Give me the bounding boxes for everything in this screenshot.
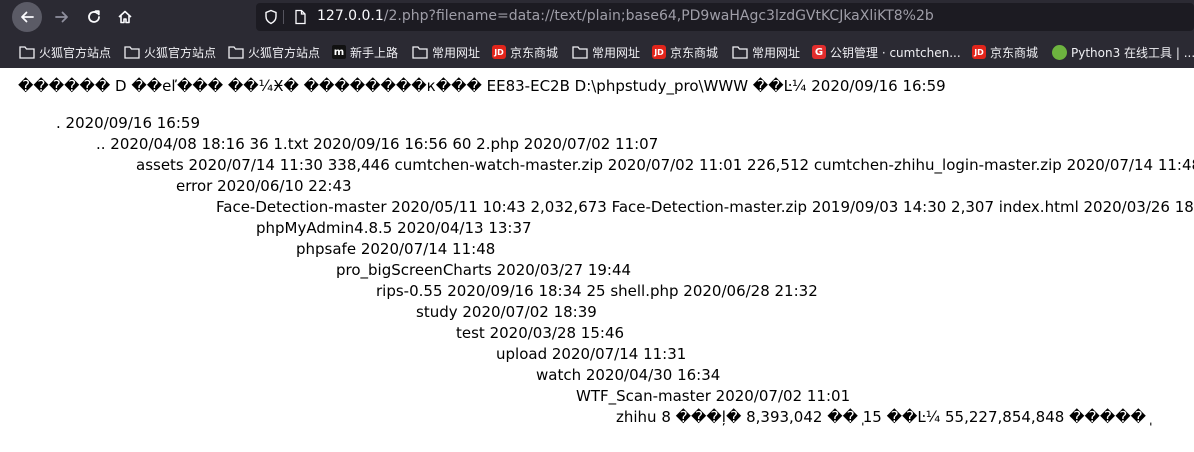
- bookmark-item[interactable]: 火狐官方站点: [124, 42, 216, 62]
- output-line: WTF_Scan-master 2020/07/02 11:01: [576, 387, 851, 405]
- url-host: 127.0.0.1: [317, 8, 384, 24]
- bookmark-item[interactable]: 火狐官方站点: [19, 42, 111, 62]
- output-line: error 2020/06/10 22:43: [176, 177, 352, 195]
- bookmark-item[interactable]: JD 京东商城: [492, 42, 558, 62]
- folder-icon: [732, 45, 748, 59]
- jd-icon: JD: [652, 45, 666, 59]
- bookmark-item[interactable]: 常用网址: [412, 42, 480, 62]
- bookmark-item[interactable]: 常用网址: [572, 42, 640, 62]
- shield-icon[interactable]: [263, 9, 279, 25]
- jd-icon: JD: [492, 45, 506, 59]
- output-line: pro_bigScreenCharts 2020/03/27 19:44: [336, 261, 632, 279]
- arrow-left-icon: [21, 11, 34, 23]
- bookmark-item[interactable]: JD 京东商城: [972, 42, 1038, 62]
- url-text[interactable]: 127.0.0.1/2.php?filename=data://text/pla…: [317, 8, 934, 24]
- g-logo-icon: G: [812, 45, 826, 59]
- bookmark-item[interactable]: Python3 在线工具 | ...: [1052, 42, 1194, 62]
- folder-icon: [19, 45, 35, 59]
- bookmark-item[interactable]: 常用网址: [732, 42, 800, 62]
- output-line: test 2020/03/28 15:46: [456, 324, 625, 342]
- arrow-right-icon: [55, 11, 68, 23]
- page-content: ������ D ��eľ��� ��¼Ӿ� ��������к��� EE83…: [0, 68, 1194, 452]
- m-logo-icon: m: [332, 45, 346, 59]
- folder-icon: [572, 45, 588, 59]
- bookmark-label: 新手上路: [350, 45, 399, 60]
- output-line: .. 2020/04/08 18:16 36 1.txt 2020/09/16 …: [96, 135, 659, 153]
- bookmark-label: 常用网址: [592, 45, 641, 60]
- bookmarks-bar: 火狐官方站点 火狐官方站点 火狐官方站点 m 新手上路 常用网址 JD 京东商城…: [0, 39, 1194, 65]
- folder-icon: [412, 45, 428, 59]
- bookmark-label: 火狐官方站点: [248, 45, 321, 60]
- bookmark-item[interactable]: JD 京东商城: [652, 42, 718, 62]
- output-line: ������ D ��eľ��� ��¼Ӿ� ��������к��� EE83…: [18, 77, 946, 95]
- reload-icon: [88, 10, 100, 23]
- bookmark-label: 常用网址: [752, 45, 801, 60]
- output-line: rips-0.55 2020/09/16 18:34 25 shell.php …: [376, 282, 818, 300]
- navigation-toolbar: 127.0.0.1/2.php?filename=data://text/pla…: [0, 0, 1194, 34]
- folder-icon: [228, 45, 244, 59]
- address-bar[interactable]: 127.0.0.1/2.php?filename=data://text/pla…: [256, 3, 1194, 31]
- home-button[interactable]: [110, 2, 140, 32]
- bookmark-item[interactable]: m 新手上路: [332, 42, 398, 62]
- bookmark-label: 京东商城: [510, 45, 559, 60]
- output-line: zhihu 8 ���ļ� 8,393,042 ��ֽ 15 ��Ŀ¼ 55,2…: [616, 408, 1146, 426]
- bookmark-label: Python3 在线工具 | ...: [1071, 45, 1194, 60]
- reload-button[interactable]: [79, 2, 109, 32]
- output-line: assets 2020/07/14 11:30 338,446 cumtchen…: [136, 156, 1194, 174]
- python-icon: [1052, 44, 1067, 60]
- home-icon: [118, 10, 132, 24]
- browser-chrome: 127.0.0.1/2.php?filename=data://text/pla…: [0, 0, 1194, 68]
- folder-icon: [124, 45, 140, 59]
- bookmark-label: 火狐官方站点: [39, 45, 112, 60]
- bookmark-label: 京东商城: [670, 45, 719, 60]
- bookmark-label: 常用网址: [432, 45, 481, 60]
- bookmark-item[interactable]: G 公钥管理 · cumtchen...: [812, 42, 961, 62]
- output-line: . 2020/09/16 16:59: [56, 114, 200, 132]
- forward-button[interactable]: [47, 2, 77, 32]
- output-line: upload 2020/07/14 11:31: [496, 345, 687, 363]
- output-line: phpsafe 2020/07/14 11:48: [296, 240, 496, 258]
- output-line: watch 2020/04/30 16:34: [536, 366, 721, 384]
- bookmark-label: 火狐官方站点: [144, 45, 217, 60]
- page-icon[interactable]: [292, 9, 308, 25]
- bookmark-label: 京东商城: [990, 45, 1039, 60]
- url-path: /2.php?filename=data://text/plain;base64…: [383, 8, 934, 24]
- bookmark-label: 公钥管理 · cumtchen...: [830, 45, 961, 60]
- jd-icon: JD: [972, 45, 986, 59]
- back-button[interactable]: [12, 2, 42, 32]
- url-separator: [283, 10, 284, 24]
- output-line: phpMyAdmin4.8.5 2020/04/13 13:37: [256, 219, 532, 237]
- output-line: Face-Detection-master 2020/05/11 10:43 2…: [216, 198, 1194, 216]
- output-line: study 2020/07/02 18:39: [416, 303, 597, 321]
- bookmark-item[interactable]: 火狐官方站点: [228, 42, 320, 62]
